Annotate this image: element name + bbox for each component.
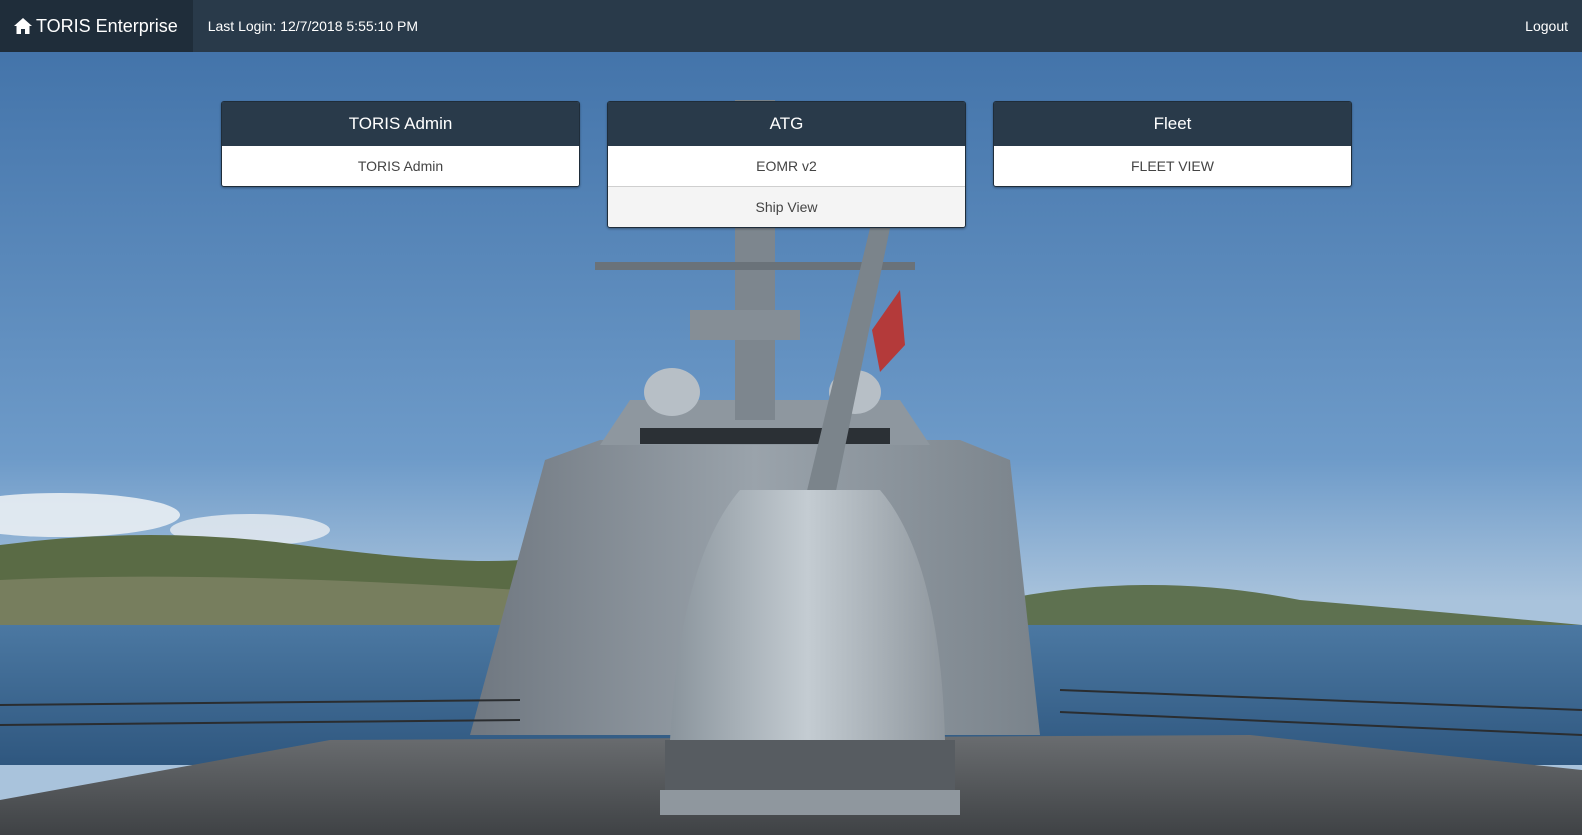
panel-atg: ATG EOMR v2 Ship View (607, 101, 966, 228)
panel-toris-admin: TORIS Admin TORIS Admin (221, 101, 580, 187)
logout-link[interactable]: Logout (1525, 18, 1568, 34)
brand-link[interactable]: TORIS Enterprise (0, 0, 193, 52)
last-login-label: Last Login: (207, 18, 277, 34)
panel-fleet: Fleet FLEET VIEW (993, 101, 1352, 187)
top-navbar: TORIS Enterprise Last Login: 12/7/2018 5:… (0, 0, 1582, 52)
panel-item-fleet-view[interactable]: FLEET VIEW (994, 146, 1351, 186)
home-icon (14, 18, 32, 34)
panel-heading: Fleet (994, 102, 1351, 146)
last-login-info: Last Login: 12/7/2018 5:55:10 PM (208, 18, 418, 34)
last-login-value: 12/7/2018 5:55:10 PM (280, 18, 418, 34)
panel-heading: TORIS Admin (222, 102, 579, 146)
brand-title: TORIS Enterprise (36, 15, 178, 36)
panel-item-toris-admin[interactable]: TORIS Admin (222, 146, 579, 186)
panel-item-eomr-v2[interactable]: EOMR v2 (608, 146, 965, 186)
panel-item-ship-view[interactable]: Ship View (608, 186, 965, 227)
panel-heading: ATG (608, 102, 965, 146)
